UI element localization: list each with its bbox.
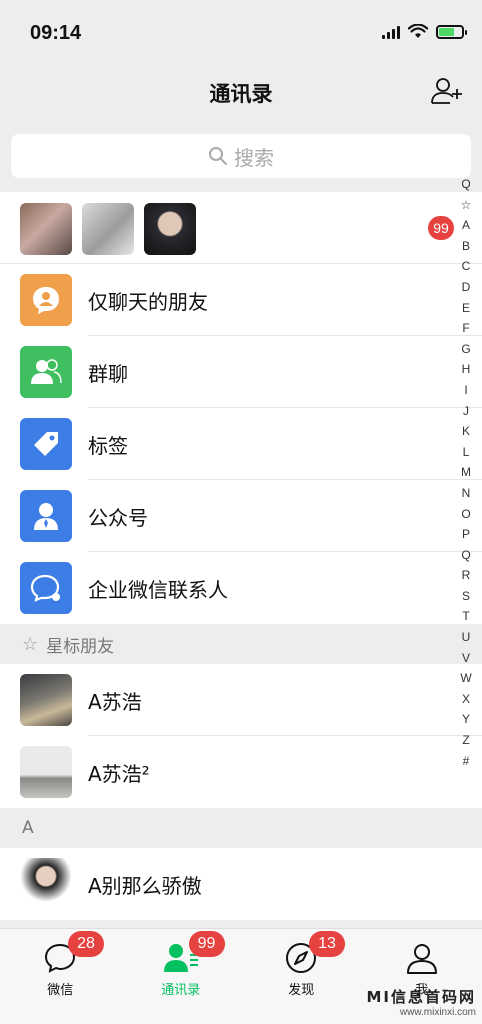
person-icon (406, 944, 437, 974)
index-letter[interactable]: ☆ (461, 195, 472, 216)
official-account-icon (20, 490, 72, 542)
new-friend-avatar (20, 203, 72, 255)
index-letter[interactable]: Q (461, 545, 470, 566)
new-friends-badge: 99 (428, 216, 454, 240)
index-letter[interactable]: R (462, 565, 471, 586)
wifi-icon (408, 24, 428, 38)
new-friends-row[interactable]: 99 (0, 192, 482, 264)
index-letter[interactable]: A (462, 215, 470, 236)
section-header-a: A (0, 808, 482, 848)
menu-row-official-accounts[interactable]: 公众号 (0, 480, 482, 552)
contact-avatar (20, 746, 72, 798)
section-title: A (22, 818, 34, 838)
status-time: 09:14 (30, 22, 82, 44)
section-title: 星标朋友 (46, 636, 115, 657)
index-letter[interactable]: D (462, 277, 471, 298)
search-icon (209, 147, 227, 165)
watermark: MI信息首码网 www.mixinxi.com (366, 986, 476, 1018)
star-icon: ☆ (22, 633, 39, 655)
menu-label: 企业微信联系人 (88, 577, 228, 602)
status-bar: 09:14 (0, 0, 482, 70)
tab-label: 发现 (288, 983, 315, 998)
contact-name: A苏浩 (88, 689, 142, 714)
index-letter[interactable]: S (462, 586, 470, 607)
new-friend-avatar (82, 203, 134, 255)
menu-label: 标签 (88, 433, 128, 458)
tab-badge: 13 (309, 931, 345, 957)
tab-bar: 微信 28 通讯录 99 发现 13 我 MI信息首码网 www.mixinxi… (0, 928, 482, 1024)
index-letter[interactable]: E (462, 298, 470, 319)
index-letter[interactable]: O (461, 504, 470, 525)
index-letter[interactable]: U (462, 627, 471, 648)
index-letter[interactable]: B (462, 236, 470, 257)
index-letter[interactable]: F (462, 318, 469, 339)
index-letter[interactable]: I (464, 380, 467, 401)
index-letter[interactable]: N (462, 483, 471, 504)
tab-label: 通讯录 (161, 983, 201, 998)
new-friend-avatar (144, 203, 196, 255)
work-contact-icon (20, 562, 72, 614)
contact-list: 99 仅聊天的朋友 群聊 标签 公众号 企业微信联系人 ☆ 星标朋友 A苏浩 A… (0, 192, 482, 920)
search-bar[interactable]: 搜索 (11, 134, 471, 178)
tab-label: 微信 (47, 983, 74, 998)
contact-avatar (20, 858, 72, 910)
menu-label: 群聊 (88, 361, 128, 386)
index-letter[interactable]: J (463, 401, 469, 422)
contact-name: A别那么骄傲 (88, 873, 202, 898)
index-letter[interactable]: T (462, 606, 469, 627)
tag-icon (20, 418, 72, 470)
menu-row-work-contacts[interactable]: 企业微信联系人 (0, 552, 482, 624)
watermark-url: www.mixinxi.com (399, 1007, 476, 1018)
add-friend-icon[interactable] (430, 76, 464, 106)
alphabet-index[interactable]: Q ☆ A B C D E F G H I J K L M N O P Q R S T U V W X Y Z # (454, 174, 478, 771)
index-letter[interactable]: Y (462, 709, 470, 730)
tab-contacts[interactable]: 通讯录 99 (121, 929, 242, 1024)
search-placeholder: 搜索 (234, 145, 274, 170)
menu-label: 公众号 (88, 505, 148, 530)
index-letter[interactable]: P (462, 524, 470, 545)
chat-only-icon (20, 274, 72, 326)
menu-row-tags[interactable]: 标签 (0, 408, 482, 480)
index-letter[interactable]: C (462, 256, 471, 277)
contact-row[interactable]: A苏浩² (0, 736, 482, 808)
contact-row[interactable]: A苏浩 (0, 664, 482, 736)
menu-label: 仅聊天的朋友 (88, 289, 208, 314)
index-letter[interactable]: # (463, 751, 470, 772)
signal-icon (382, 25, 400, 39)
group-icon (20, 346, 72, 398)
watermark-title: MI信息首码网 (366, 988, 476, 1006)
tab-discover[interactable]: 发现 13 (241, 929, 362, 1024)
menu-row-group-chat[interactable]: 群聊 (0, 336, 482, 408)
section-header-starred: ☆ 星标朋友 (0, 624, 482, 664)
index-letter[interactable]: K (462, 421, 470, 442)
tab-chats[interactable]: 微信 28 (0, 929, 121, 1024)
index-letter[interactable]: W (460, 668, 471, 689)
nav-bar: 通讯录 (0, 70, 482, 120)
contact-row[interactable]: A别那么骄傲 (0, 848, 482, 920)
index-letter[interactable]: H (462, 359, 471, 380)
index-letter[interactable]: L (463, 442, 470, 463)
contact-name: A苏浩² (88, 761, 150, 786)
tab-badge: 28 (68, 931, 104, 957)
menu-row-chat-only[interactable]: 仅聊天的朋友 (0, 264, 482, 336)
index-letter[interactable]: M (461, 462, 471, 483)
index-letter[interactable]: Q (461, 174, 470, 195)
battery-icon (436, 24, 467, 39)
status-icons (382, 24, 467, 39)
index-letter[interactable]: G (461, 339, 470, 360)
index-letter[interactable]: V (462, 648, 470, 669)
index-letter[interactable]: X (462, 689, 470, 710)
tab-badge: 99 (188, 931, 225, 957)
contact-avatar (20, 674, 72, 726)
page-title: 通讯录 (209, 82, 273, 106)
index-letter[interactable]: Z (462, 730, 469, 751)
